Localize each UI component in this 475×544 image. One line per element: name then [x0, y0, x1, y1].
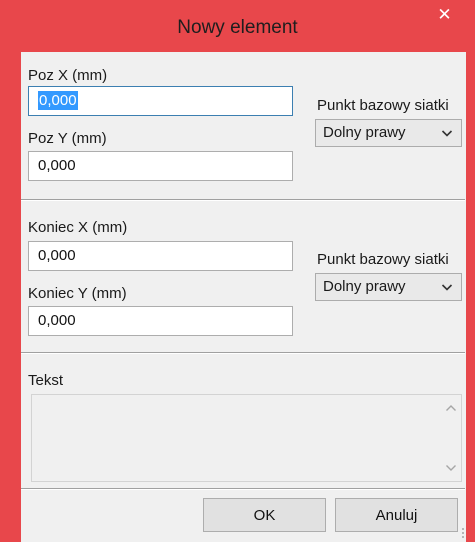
ok-button[interactable]: OK [203, 498, 326, 532]
end-grid-base-label: Punkt bazowy siatki [317, 251, 449, 268]
end-x-input[interactable]: 0,000 [28, 241, 293, 271]
start-grid-base-select[interactable]: Dolny prawy [315, 119, 462, 147]
end-y-label: Koniec Y (mm) [28, 285, 127, 302]
end-x-label: Koniec X (mm) [28, 219, 128, 236]
separator [21, 488, 465, 490]
end-grid-base-value: Dolny prawy [323, 278, 406, 295]
cancel-button[interactable]: Anuluj [335, 498, 458, 532]
pos-y-input[interactable]: 0,000 [28, 151, 293, 181]
pos-x-input[interactable]: 0,000 [28, 86, 293, 116]
dialog-body: Poz X (mm) 0,000 Poz Y (mm) 0,000 Punkt … [21, 52, 466, 542]
title-bar[interactable]: Nowy element ✕ [0, 0, 475, 50]
text-label: Tekst [28, 372, 64, 389]
end-y-value: 0,000 [38, 312, 76, 329]
separator [21, 199, 465, 201]
separator [21, 352, 465, 354]
resize-grip-icon[interactable] [461, 526, 465, 538]
pos-y-label: Poz Y (mm) [28, 130, 107, 147]
scroll-up-button[interactable] [441, 399, 461, 419]
start-grid-base-label: Punkt bazowy siatki [317, 97, 449, 114]
close-icon: ✕ [437, 5, 452, 24]
end-y-input[interactable]: 0,000 [28, 306, 293, 336]
dialog-window: Nowy element ✕ Poz X (mm) 0,000 Poz Y (m… [0, 0, 475, 542]
text-area-scrollbar[interactable] [441, 395, 461, 481]
chevron-down-icon [441, 280, 453, 297]
end-x-value: 0,000 [38, 247, 76, 264]
scroll-down-button[interactable] [441, 459, 461, 479]
start-grid-base-value: Dolny prawy [323, 124, 406, 141]
chevron-up-icon [445, 400, 457, 418]
text-area[interactable] [31, 394, 462, 482]
pos-x-value: 0,000 [38, 91, 78, 110]
window-title: Nowy element [177, 17, 298, 38]
pos-x-label: Poz X (mm) [28, 67, 108, 84]
end-grid-base-select[interactable]: Dolny prawy [315, 273, 462, 301]
chevron-down-icon [445, 460, 457, 478]
chevron-down-icon [441, 126, 453, 143]
pos-y-value: 0,000 [38, 157, 76, 174]
close-button[interactable]: ✕ [422, 0, 467, 30]
